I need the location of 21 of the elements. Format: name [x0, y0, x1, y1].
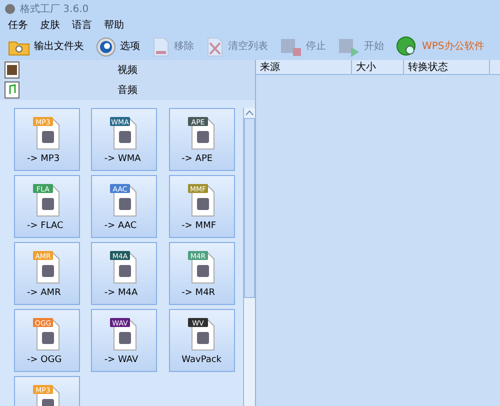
menu-item[interactable]: 帮助: [104, 18, 124, 33]
window-title: 格式工厂 3.6.0: [20, 2, 89, 16]
globe-icon: [396, 36, 418, 58]
cross-document-icon: [206, 36, 224, 56]
column-header[interactable]: 大小: [352, 60, 404, 74]
stop-icon: [280, 36, 302, 56]
category-bar[interactable]: 视频: [0, 60, 255, 80]
app-icon: [4, 3, 16, 15]
document-icon: [152, 36, 170, 56]
menu-item[interactable]: 任务: [8, 18, 28, 33]
toolbar-button[interactable]: 选项: [96, 36, 140, 56]
play-icon: [338, 36, 360, 56]
scrollbar[interactable]: [243, 108, 255, 406]
category-bar[interactable]: 音频: [0, 80, 255, 100]
film-icon: [4, 61, 20, 79]
toolbar-button[interactable]: 输出文件夹: [8, 38, 84, 56]
column-header[interactable]: 来源: [256, 60, 352, 74]
menu-item[interactable]: 语言: [72, 18, 92, 33]
column-header[interactable]: 转换状态: [404, 60, 490, 74]
menu-item[interactable]: 皮肤: [40, 18, 60, 33]
scroll-up-icon[interactable]: [244, 108, 255, 118]
